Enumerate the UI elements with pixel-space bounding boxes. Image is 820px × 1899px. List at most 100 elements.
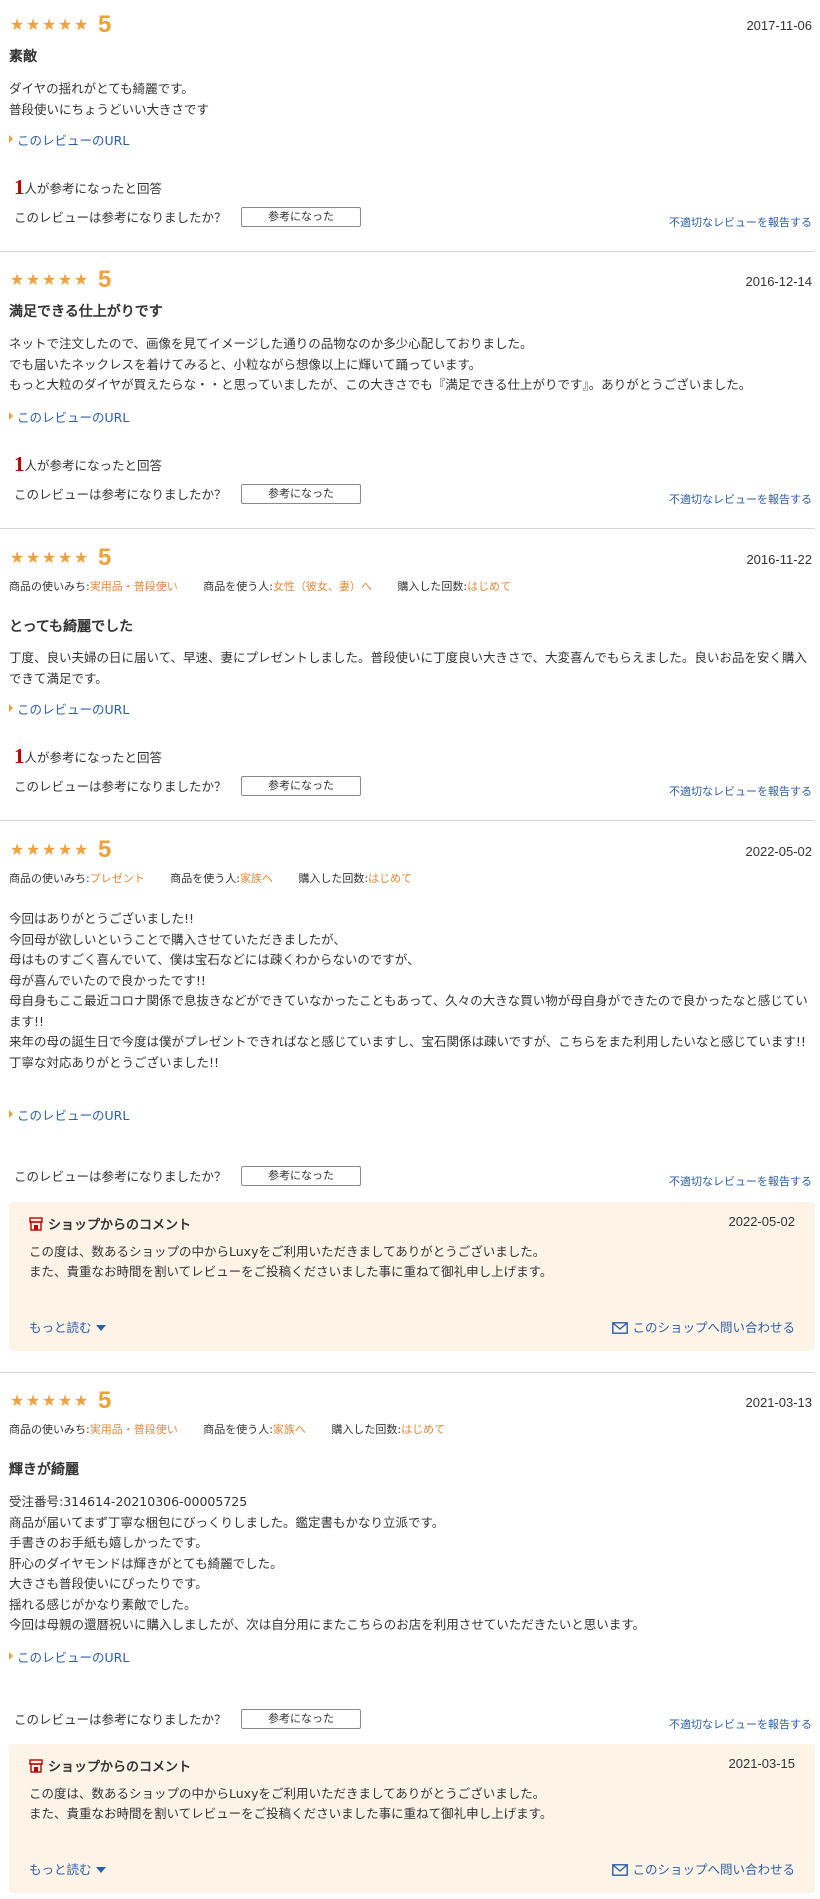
helpful-button[interactable]: 参考になった bbox=[241, 1709, 361, 1729]
contact-shop-link[interactable]: このショップへ問い合わせる bbox=[612, 1320, 795, 1336]
review-date: 2016-11-22 bbox=[746, 552, 812, 567]
shop-comment-text: この度は、数あるショップの中からLuxyをご利用いただきましてありがとうございま… bbox=[29, 1244, 553, 1279]
star-icon: ★ bbox=[73, 548, 89, 567]
shop-comment: ショップからのコメント 2021-03-15 この度は、数あるショップの中からL… bbox=[9, 1744, 815, 1893]
review-date: 2022-05-02 bbox=[745, 844, 813, 859]
review-url-link[interactable]: このレビューのURL bbox=[9, 702, 129, 718]
chevron-down-icon bbox=[95, 1867, 106, 1873]
triangle-right-icon bbox=[9, 135, 13, 143]
report-review-link[interactable]: 不適切なレビューを報告する bbox=[669, 493, 812, 507]
rating-stars: ★ ★ ★ ★ ★ bbox=[9, 269, 89, 291]
star-icon: ★ bbox=[57, 270, 73, 289]
shop-comment: ショップからのコメント 2022-05-02 この度は、数あるショップの中からL… bbox=[9, 1202, 815, 1351]
rating-score: 5 bbox=[98, 836, 112, 863]
shop-icon bbox=[29, 1758, 43, 1773]
helpful-count: 1人が参考になったと回答 bbox=[14, 452, 163, 476]
review-title: 輝きが綺麗 bbox=[9, 1462, 79, 1478]
review-date: 2021-03-13 bbox=[745, 1395, 813, 1410]
helpful-question: このレビューは参考になりましたか？ bbox=[14, 487, 227, 502]
chevron-down-icon bbox=[95, 1325, 106, 1331]
review-body: 今回はありがとうございました!! 今回母が欲しいということで購入させていただきま… bbox=[9, 911, 808, 1070]
rating-stars: ★ ★ ★ ★ ★ bbox=[9, 839, 89, 861]
report-review-link[interactable]: 不適切なレビューを報告する bbox=[669, 1175, 812, 1189]
star-icon: ★ bbox=[57, 840, 73, 859]
star-icon: ★ bbox=[73, 1391, 89, 1410]
star-icon: ★ bbox=[73, 840, 89, 859]
divider bbox=[0, 251, 815, 252]
review-title: 素敵 bbox=[9, 49, 37, 65]
divider bbox=[0, 1372, 815, 1373]
mail-icon bbox=[612, 1322, 629, 1334]
star-icon: ★ bbox=[41, 840, 57, 859]
star-icon: ★ bbox=[41, 548, 57, 567]
read-more-link[interactable]: もっと読む bbox=[29, 1862, 106, 1878]
review-url-link[interactable]: このレビューのURL bbox=[9, 133, 129, 149]
star-icon: ★ bbox=[25, 270, 41, 289]
review-url-link[interactable]: このレビューのURL bbox=[9, 1108, 129, 1124]
star-icon: ★ bbox=[41, 1391, 57, 1410]
star-icon: ★ bbox=[57, 15, 73, 34]
review-meta: 商品の使いみち:プレゼント 商品を使う人:家族へ 購入した回数:はじめて bbox=[9, 872, 413, 885]
review-body: 受注番号:314614-20210306-00005725 商品が届いてまず丁寧… bbox=[9, 1494, 646, 1632]
review-date: 2017-11-06 bbox=[746, 18, 812, 33]
star-icon: ★ bbox=[9, 1391, 25, 1410]
rating-score: 5 bbox=[98, 11, 112, 38]
star-icon: ★ bbox=[41, 15, 57, 34]
review-body: ダイヤの揺れがとても綺麗です。 普段使いにちょうどいい大きさです bbox=[9, 81, 210, 117]
star-icon: ★ bbox=[73, 15, 89, 34]
rating-score: 5 bbox=[98, 266, 112, 293]
shop-comment-heading: ショップからのコメント bbox=[29, 1214, 191, 1233]
helpful-button[interactable]: 参考になった bbox=[241, 1166, 361, 1186]
star-icon: ★ bbox=[25, 548, 41, 567]
shop-comment-heading: ショップからのコメント bbox=[29, 1756, 191, 1775]
shop-comment-date: 2022-05-02 bbox=[728, 1214, 796, 1229]
star-icon: ★ bbox=[9, 548, 25, 567]
star-icon: ★ bbox=[57, 1391, 73, 1410]
helpful-count: 1人が参考になったと回答 bbox=[14, 744, 163, 768]
rating-score: 5 bbox=[98, 1387, 112, 1414]
triangle-right-icon bbox=[9, 704, 13, 712]
star-icon: ★ bbox=[9, 840, 25, 859]
star-icon: ★ bbox=[57, 548, 73, 567]
divider bbox=[0, 528, 815, 529]
report-review-link[interactable]: 不適切なレビューを報告する bbox=[669, 785, 812, 799]
star-icon: ★ bbox=[9, 270, 25, 289]
report-review-link[interactable]: 不適切なレビューを報告する bbox=[669, 1718, 812, 1732]
helpful-count: 1人が参考になったと回答 bbox=[14, 175, 163, 199]
triangle-right-icon bbox=[9, 1110, 13, 1118]
review-date: 2016-12-14 bbox=[745, 274, 813, 289]
star-icon: ★ bbox=[25, 840, 41, 859]
shop-comment-date: 2021-03-15 bbox=[728, 1756, 796, 1771]
review-meta: 商品の使いみち:実用品・普段使い 商品を使う人:女性（彼女、妻）へ 購入した回数… bbox=[9, 580, 512, 593]
star-icon: ★ bbox=[25, 1391, 41, 1410]
triangle-right-icon bbox=[9, 412, 13, 420]
review-title: とっても綺麗でした bbox=[9, 619, 134, 635]
read-more-link[interactable]: もっと読む bbox=[29, 1320, 106, 1336]
shop-icon bbox=[29, 1216, 43, 1231]
helpful-question: このレビューは参考になりましたか？ bbox=[14, 210, 227, 225]
divider bbox=[0, 820, 815, 821]
star-icon: ★ bbox=[25, 15, 41, 34]
star-icon: ★ bbox=[9, 15, 25, 34]
mail-icon bbox=[612, 1864, 629, 1876]
review-body: ネットで注文したので、画像を見てイメージした通りの品物なのか多少心配しておりまし… bbox=[9, 336, 752, 392]
helpful-question: このレビューは参考になりましたか？ bbox=[14, 1169, 227, 1184]
contact-shop-link[interactable]: このショップへ問い合わせる bbox=[612, 1862, 795, 1878]
report-review-link[interactable]: 不適切なレビューを報告する bbox=[669, 216, 812, 230]
rating-stars: ★ ★ ★ ★ ★ bbox=[9, 547, 89, 569]
helpful-question: このレビューは参考になりましたか？ bbox=[14, 1712, 227, 1727]
helpful-button[interactable]: 参考になった bbox=[241, 776, 361, 796]
helpful-button[interactable]: 参考になった bbox=[241, 207, 361, 227]
rating-score: 5 bbox=[98, 544, 112, 571]
review-url-link[interactable]: このレビューのURL bbox=[9, 410, 129, 426]
review-meta: 商品の使いみち:実用品・普段使い 商品を使う人:家族へ 購入した回数:はじめて bbox=[9, 1423, 446, 1436]
review-url-link[interactable]: このレビューのURL bbox=[9, 1650, 129, 1666]
helpful-button[interactable]: 参考になった bbox=[241, 484, 361, 504]
star-icon: ★ bbox=[73, 270, 89, 289]
rating-stars: ★ ★ ★ ★ ★ bbox=[9, 14, 89, 36]
triangle-right-icon bbox=[9, 1652, 13, 1660]
review-title: 満足できる仕上がりです bbox=[9, 304, 163, 320]
rating-stars: ★ ★ ★ ★ ★ bbox=[9, 1390, 89, 1412]
review-body: 丁度、良い夫婦の日に届いて、早速、妻にプレゼントしました。普段使いに丁度良い大き… bbox=[9, 650, 807, 686]
helpful-question: このレビューは参考になりましたか？ bbox=[14, 779, 227, 794]
